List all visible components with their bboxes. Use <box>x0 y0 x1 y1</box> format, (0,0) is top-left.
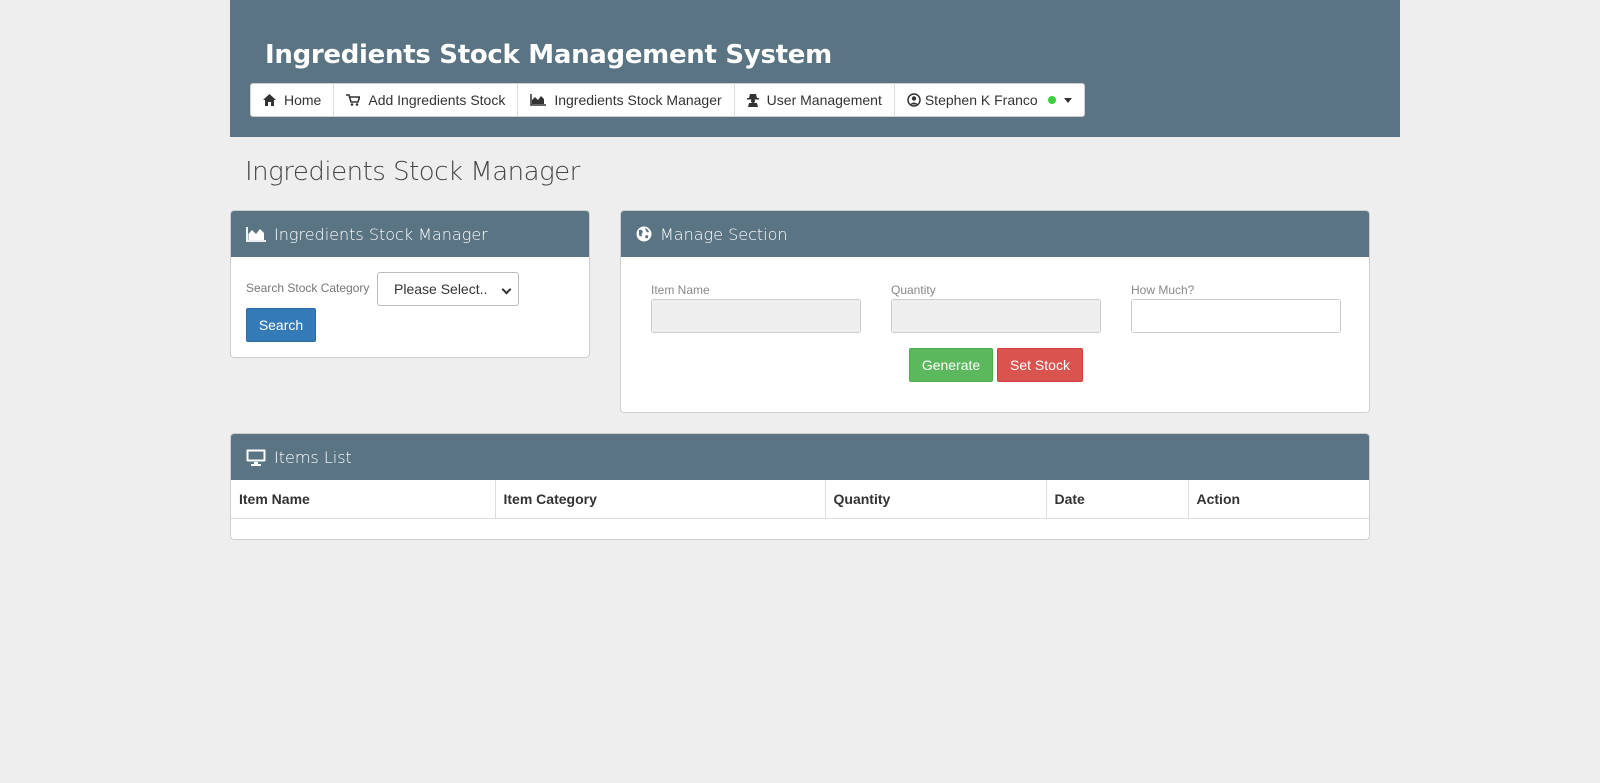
globe-icon <box>636 226 652 242</box>
how-much-label: How Much? <box>1131 283 1195 297</box>
nav-add-ingredients-stock[interactable]: Add Ingredients Stock <box>334 84 519 116</box>
stock-category-select-value: Please Select.. <box>394 281 488 297</box>
quantity-label: Quantity <box>891 283 936 297</box>
items-table-header-row: Item Name Item Category Quantity Date Ac… <box>231 480 1369 519</box>
item-name-label: Item Name <box>651 283 710 297</box>
items-table: Item Name Item Category Quantity Date Ac… <box>231 480 1369 519</box>
nav-home-label: Home <box>284 92 322 108</box>
app-header: Ingredients Stock Management System Home… <box>230 0 1400 137</box>
quantity-input[interactable] <box>891 299 1101 333</box>
search-panel-title: Ingredients Stock Manager <box>274 224 488 244</box>
items-panel-heading: Items List <box>231 434 1369 480</box>
page-title: Ingredients Stock Manager <box>245 157 580 187</box>
manage-section-panel: Manage Section Item Name Quantity How Mu… <box>620 210 1370 413</box>
nav-user-account-dropdown[interactable]: Stephen K Franco <box>895 84 1084 116</box>
app-title: Ingredients Stock Management System <box>265 40 832 70</box>
nav-user-management-label: User Management <box>766 92 882 108</box>
column-header-action[interactable]: Action <box>1187 480 1369 519</box>
how-much-input[interactable] <box>1131 299 1341 333</box>
online-status-dot <box>1047 96 1056 104</box>
user-secret-icon <box>746 93 759 107</box>
column-header-item-category[interactable]: Item Category <box>494 480 826 519</box>
area-chart-icon <box>246 226 266 242</box>
home-icon <box>263 94 276 106</box>
main-navbar: Home Add Ingredients Stock Ingredients S… <box>250 83 1085 117</box>
user-name: Stephen K Franco <box>924 92 1038 108</box>
search-panel-heading: Ingredients Stock Manager <box>231 211 589 257</box>
column-header-item-name[interactable]: Item Name <box>231 480 496 519</box>
manage-panel-title: Manage Section <box>660 224 788 244</box>
items-panel-title: Items List <box>274 447 352 467</box>
nav-add-ingredients-stock-label: Add Ingredients Stock <box>368 92 506 108</box>
chevron-down-icon <box>501 284 512 295</box>
search-stock-category-label: Search Stock Category <box>246 281 370 295</box>
stock-category-select[interactable]: Please Select.. <box>377 272 519 306</box>
cart-icon <box>346 94 361 106</box>
user-circle-icon <box>907 93 921 107</box>
column-header-date[interactable]: Date <box>1045 480 1189 519</box>
set-stock-button[interactable]: Set Stock <box>997 348 1083 382</box>
search-button[interactable]: Search <box>246 308 316 342</box>
item-name-input[interactable] <box>651 299 861 333</box>
items-list-panel: Items List Item Name Item Category Quant… <box>230 433 1370 540</box>
nav-user-management[interactable]: User Management <box>735 84 895 116</box>
manage-panel-heading: Manage Section <box>621 211 1369 257</box>
column-header-quantity[interactable]: Quantity <box>824 480 1047 519</box>
desktop-icon <box>246 449 266 466</box>
nav-home[interactable]: Home <box>251 84 335 116</box>
area-chart-icon <box>530 94 547 106</box>
chevron-down-icon <box>1063 97 1072 103</box>
nav-ingredients-stock-manager[interactable]: Ingredients Stock Manager <box>518 84 735 116</box>
generate-button[interactable]: Generate <box>909 348 993 382</box>
nav-ingredients-stock-manager-label: Ingredients Stock Manager <box>554 92 722 108</box>
search-stock-panel: Ingredients Stock Manager Search Stock C… <box>230 210 590 358</box>
